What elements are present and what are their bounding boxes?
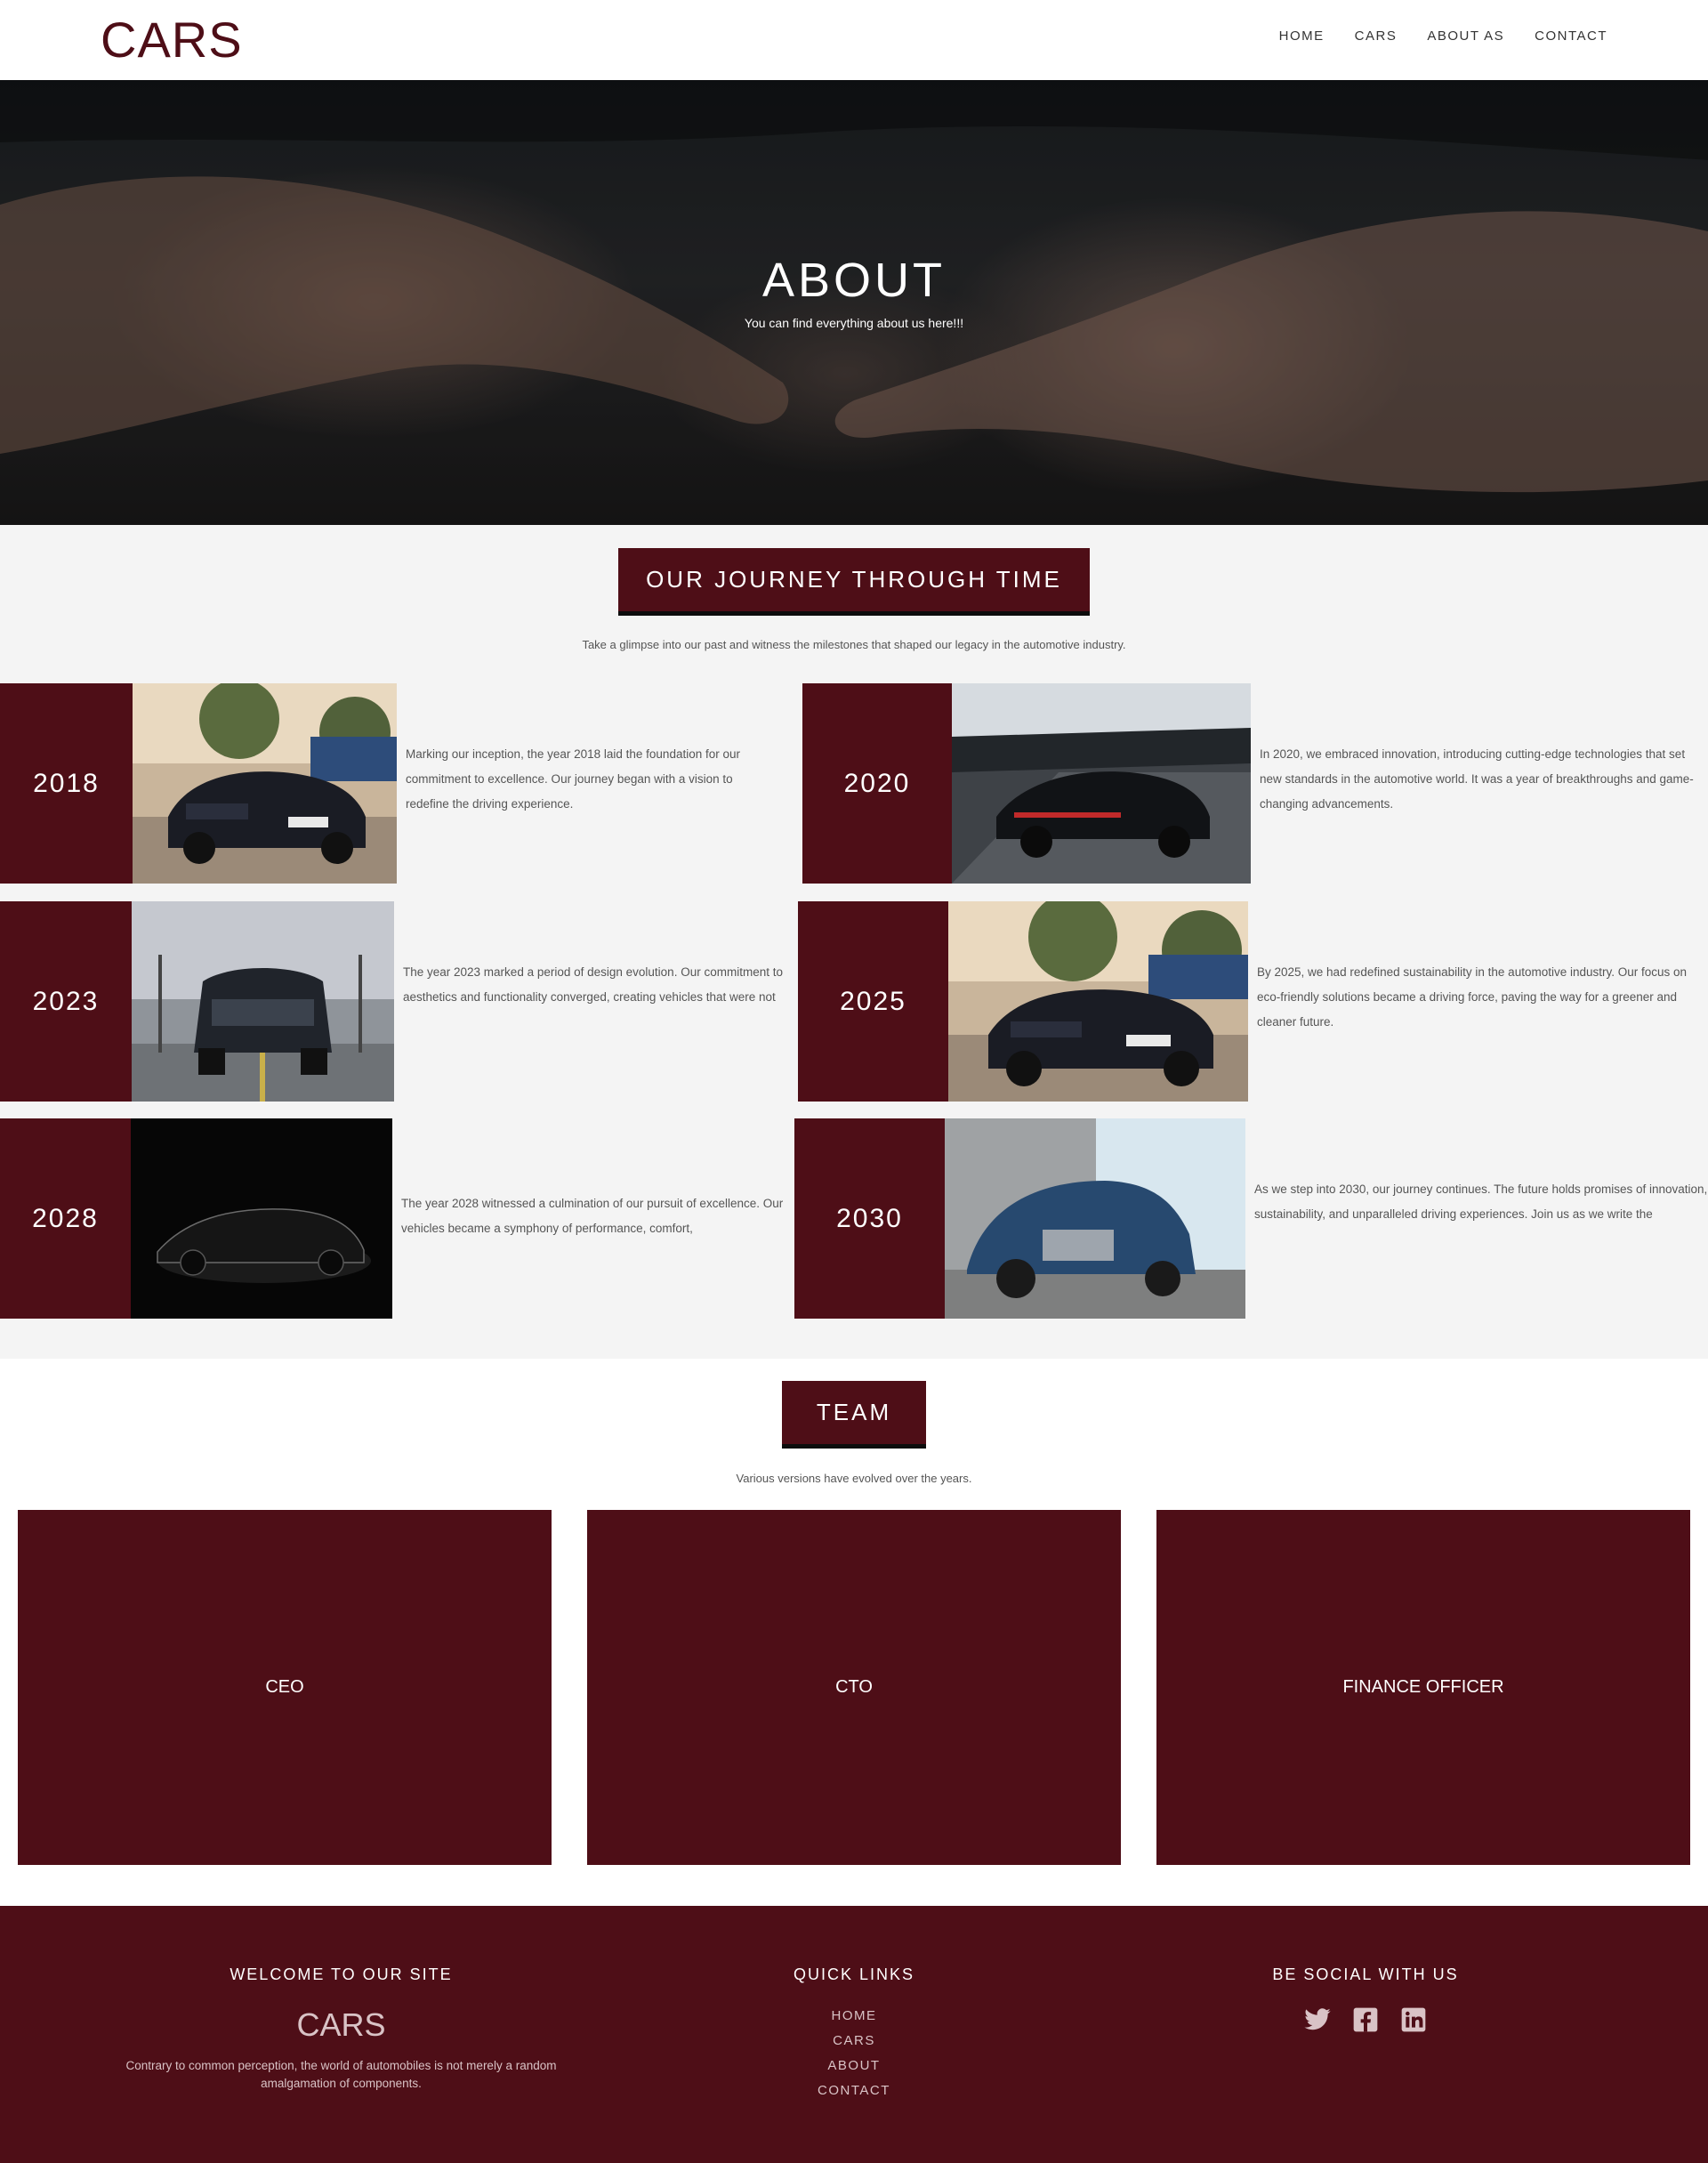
footer-social: BE SOCIAL WITH US — [1232, 1965, 1499, 2034]
footer-quick-links: QUICK LINKS HOME CARS ABOUT CONTACT — [721, 1965, 987, 2103]
timeline-image-2023 — [132, 901, 394, 1102]
hero-title: ABOUT — [761, 254, 947, 307]
timeline-item-2018: 2018 Marking our inception, the year 201… — [0, 683, 783, 884]
timeline-text: The year 2023 marked a period of design … — [403, 965, 783, 1004]
timeline-image-2028 — [131, 1118, 392, 1319]
timeline-image-2025 — [948, 901, 1248, 1102]
timeline-item-2020: 2020 In 2020, we embraced innovation, in… — [802, 683, 1708, 884]
team-card-cto[interactable]: CTO — [587, 1510, 1121, 1865]
site-header: CARS HOME CARS ABOUT AS CONTACT — [0, 0, 1708, 80]
timeline-item-2025: 2025 By 2025, we had redefined sustainab… — [798, 901, 1708, 1102]
footer-link-contact[interactable]: CONTACT — [721, 2078, 987, 2103]
footer-links-list: HOME CARS ABOUT CONTACT — [721, 2004, 987, 2103]
footer-welcome-heading: WELCOME TO OUR SITE — [230, 1965, 453, 1983]
timeline-text: As we step into 2030, our journey contin… — [1254, 1182, 1708, 1221]
timeline-year: 2020 — [802, 683, 952, 884]
team-card-finance-officer[interactable]: FINANCE OFFICER — [1156, 1510, 1690, 1865]
footer-link-cars[interactable]: CARS — [721, 2029, 987, 2054]
journey-heading: OUR JOURNEY THROUGH TIME — [618, 548, 1090, 616]
timeline-image-2020 — [952, 683, 1251, 884]
social-icons — [1232, 2006, 1499, 2034]
team-subtitle: Various versions have evolved over the y… — [736, 1472, 972, 1485]
timeline-image-2030 — [945, 1118, 1245, 1319]
timeline-item-2028: 2028 The year 2028 witnessed a culminati… — [0, 1118, 794, 1319]
team-heading: TEAM — [782, 1381, 926, 1449]
journey-subtitle: Take a glimpse into our past and witness… — [582, 638, 1126, 651]
footer-link-home[interactable]: HOME — [721, 2004, 987, 2029]
timeline-item-2030: 2030 As we step into 2030, our journey c… — [794, 1118, 1708, 1319]
timeline-image-2018 — [133, 683, 397, 884]
timeline-year: 2025 — [798, 901, 948, 1102]
facebook-icon[interactable] — [1351, 2006, 1380, 2034]
site-footer: WELCOME TO OUR SITE CARS Contrary to com… — [0, 1906, 1708, 2163]
twitter-icon[interactable] — [1303, 2006, 1332, 2034]
timeline-text: Marking our inception, the year 2018 lai… — [406, 747, 740, 811]
nav-home[interactable]: HOME — [1279, 28, 1325, 45]
nav-about[interactable]: ABOUT AS — [1427, 28, 1504, 45]
timeline-year: 2023 — [0, 901, 132, 1102]
footer-welcome-text: Contrary to common perception, the world… — [125, 2059, 557, 2090]
footer-links-heading: QUICK LINKS — [793, 1965, 915, 1983]
timeline-text: By 2025, we had redefined sustainability… — [1257, 965, 1688, 1029]
timeline-year: 2028 — [0, 1118, 131, 1319]
main-nav: HOME CARS ABOUT AS CONTACT — [1279, 28, 1607, 45]
footer-social-heading: BE SOCIAL WITH US — [1272, 1965, 1459, 1983]
site-logo[interactable]: CARS — [101, 12, 243, 68]
hero-banner: ABOUT You can find everything about us h… — [0, 80, 1708, 525]
timeline-text: The year 2028 witnessed a culmination of… — [401, 1197, 784, 1235]
footer-link-about[interactable]: ABOUT — [721, 2054, 987, 2078]
timeline-text: In 2020, we embraced innovation, introdu… — [1260, 747, 1694, 811]
timeline-year: 2030 — [794, 1118, 945, 1319]
timeline-item-2023: 2023 The year 2023 marked a period of de… — [0, 901, 801, 1102]
timeline-year: 2018 — [0, 683, 133, 884]
team-card-ceo[interactable]: CEO — [18, 1510, 552, 1865]
hero-subtitle: You can find everything about us here!!! — [744, 316, 964, 330]
journey-section: OUR JOURNEY THROUGH TIME Take a glimpse … — [0, 525, 1708, 1359]
footer-welcome: WELCOME TO OUR SITE CARS Contrary to com… — [125, 1965, 558, 2093]
footer-logo[interactable]: CARS — [125, 2007, 558, 2043]
linkedin-icon[interactable] — [1399, 2006, 1428, 2034]
nav-contact[interactable]: CONTACT — [1535, 28, 1607, 45]
nav-cars[interactable]: CARS — [1355, 28, 1398, 45]
